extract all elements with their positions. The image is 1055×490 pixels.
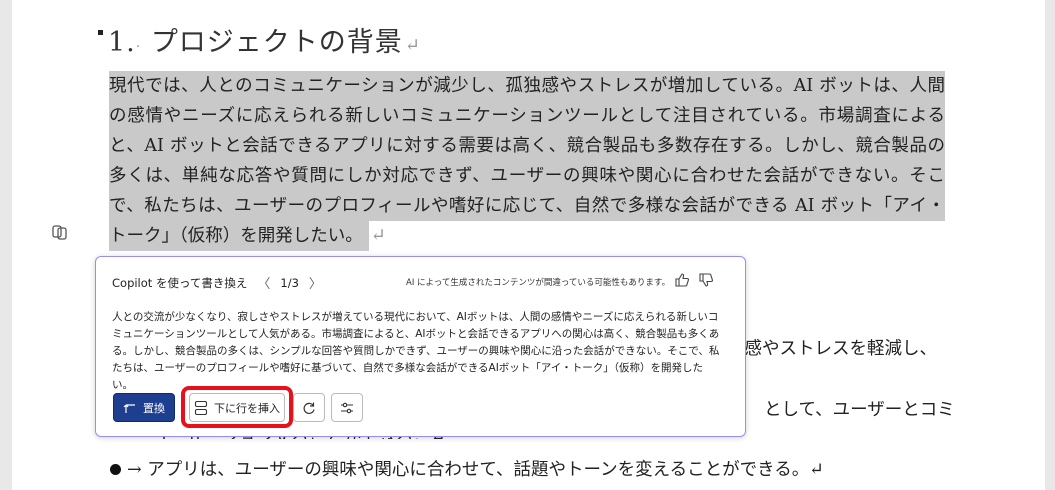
next-suggestion-button[interactable]: 〉: [309, 273, 322, 292]
thumbs-up-icon[interactable]: [674, 272, 690, 288]
suggestion-text: 人との交流が少なくなり、寂しさやストレスが増えている現代において、AIボットは、…: [112, 311, 720, 391]
ai-disclaimer: AI によって生成されたコンテンツが間違っている可能性もあります。: [406, 278, 671, 288]
panel-header: Copilot を使って書き換え 〈 1/3 〉: [112, 273, 322, 293]
paragraph-line: 多くは、単純な応答や質問にしか対応できず、ユーザーの興味や関心に合わせた会話がで…: [109, 161, 945, 191]
adjust-button[interactable]: [331, 393, 363, 422]
paragraph-line: 現代では、人とのコミュニケーションが減少し、孤独感やストレスが増加している。AI…: [109, 71, 945, 101]
heading-bullet: [98, 30, 103, 35]
selected-paragraph[interactable]: 現代では、人とのコミュニケーションが減少し、孤独感やストレスが増加している。AI…: [109, 71, 945, 251]
replace-label: 置換: [143, 401, 165, 415]
replace-button[interactable]: 置換: [113, 393, 175, 422]
list-item-text: → アプリは、ユーザーの興味や関心に合わせて、話題やトーンを変えることができる。…: [127, 460, 824, 480]
body-text-fragment: として、ユーザーとコミ: [764, 400, 955, 420]
panel-title: Copilot を使って書き換え: [112, 275, 248, 290]
paragraph-line: と、AI ボットと会話できるアプリに対する需要は高く、競合製品も多数存在する。し…: [109, 131, 945, 161]
thumbs-down-icon[interactable]: [698, 272, 714, 288]
sliders-icon: [341, 402, 353, 413]
copilot-rewrite-panel: Copilot を使って書き換え 〈 1/3 〉 AI によって生成されたコンテ…: [95, 256, 746, 437]
heading-text: プロジェクトの背景: [150, 27, 403, 58]
paragraph-line: の感情やニーズに応えられる新しいコミュニケーションツールとして注目されている。市…: [109, 101, 945, 131]
body-text-fragment: 独感やストレスを軽減し、: [727, 339, 937, 359]
copilot-icon[interactable]: [52, 224, 68, 240]
section-heading: 1.· プロジェクトの背景 ↵: [98, 20, 421, 59]
list-bullet: [110, 464, 121, 475]
replace-icon: [123, 403, 135, 413]
suggestion-pager: 1/3: [280, 275, 299, 290]
regenerate-button[interactable]: [293, 393, 325, 422]
paragraph-mark: ↵: [404, 35, 421, 56]
callout-highlight: [181, 386, 293, 428]
heading-number: 1.: [108, 27, 136, 58]
paragraph-line: トーク」（仮称）を開発したい。 ↵: [109, 221, 945, 251]
refresh-icon: [303, 402, 315, 414]
prev-suggestion-button[interactable]: 〈: [257, 273, 270, 292]
paragraph-line: で、私たちは、ユーザーのプロフィールや嗜好に応じて、自然で多様な会話ができる A…: [109, 191, 945, 221]
